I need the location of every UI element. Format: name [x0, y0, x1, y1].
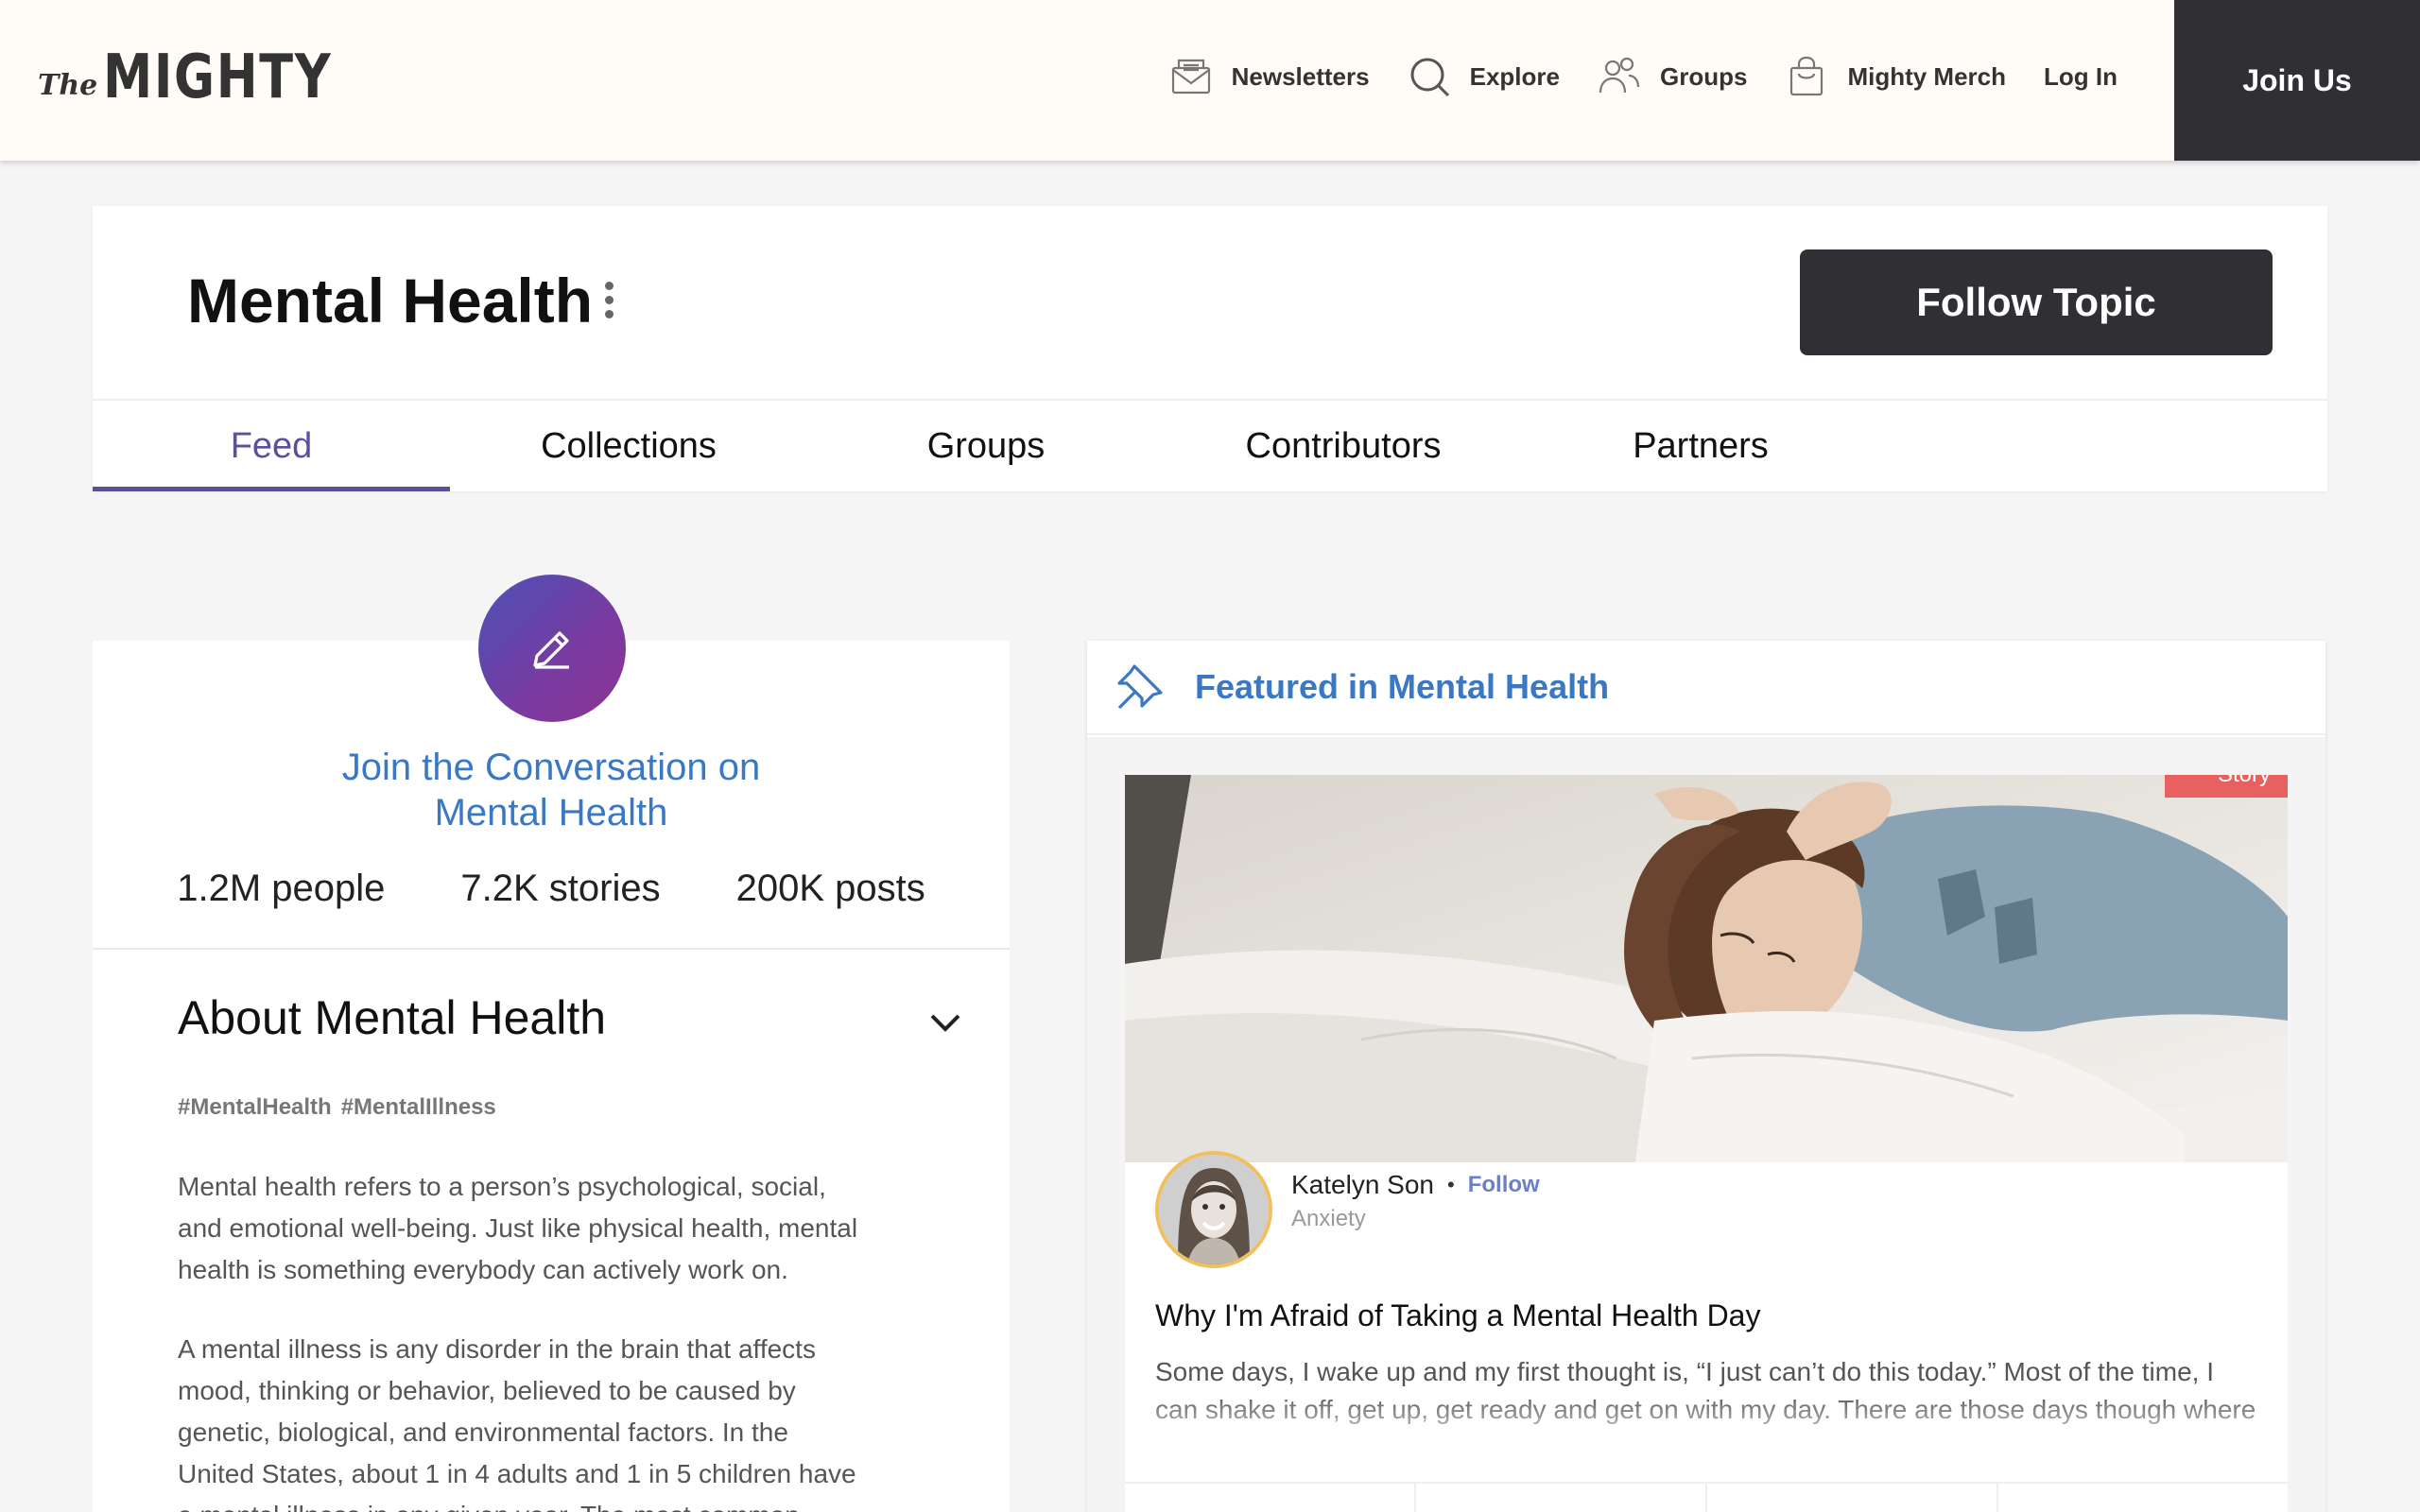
- tab-partners[interactable]: Partners: [1522, 401, 1879, 491]
- stat-stories: 7.2K stories: [460, 868, 661, 909]
- author-topic[interactable]: Anxiety: [1291, 1206, 1366, 1232]
- join-conversation-line2: Mental Health: [434, 792, 668, 833]
- story-action-2[interactable]: [1416, 1484, 1707, 1512]
- hashtag-list: #MentalHealth #MentalIllness: [178, 1094, 506, 1121]
- hashtag-mental-illness[interactable]: #MentalIllness: [341, 1094, 496, 1121]
- nav-mighty-merch-label: Mighty Merch: [1847, 61, 2007, 91]
- featured-body: Story Katelyn Son • Follow A: [1087, 737, 2325, 1512]
- story-image-illustration: [1125, 775, 2288, 1162]
- pencil-icon: [533, 631, 569, 669]
- nav-newsletters[interactable]: Newsletters: [1169, 55, 1370, 98]
- join-conversation-line1: Join the Conversation on: [341, 747, 761, 788]
- separator-dot: •: [1447, 1173, 1455, 1196]
- logo-the-text: The: [38, 69, 98, 102]
- about-paragraph-1: Mental health refers to a person’s psych…: [178, 1172, 858, 1284]
- site-header: The MIGHTY Newsletters Explore Groups Mi…: [0, 0, 2420, 161]
- author-line: Katelyn Son • Follow: [1291, 1170, 1540, 1200]
- logo-mighty-text: MIGHTY: [103, 43, 333, 112]
- topic-tabs: Feed Collections Groups Contributors Par…: [93, 399, 2327, 491]
- topic-header-card: Mental Health Follow Topic Feed Collecti…: [93, 206, 2327, 491]
- page-title: Mental Health: [187, 266, 594, 335]
- nav-groups[interactable]: Groups: [1598, 55, 1747, 98]
- featured-title: Featured in Mental Health: [1195, 667, 1610, 706]
- topic-info-card: Join the Conversation on Mental Health 1…: [93, 641, 1010, 1512]
- join-us-button[interactable]: Join Us: [2174, 0, 2420, 161]
- about-paragraph-2: A mental illness is any disorder in the …: [178, 1334, 856, 1512]
- nav-newsletters-label: Newsletters: [1231, 61, 1370, 91]
- nav-mighty-merch[interactable]: Mighty Merch: [1785, 55, 2006, 98]
- topic-stats: 1.2M people 7.2K stories 200K posts: [93, 868, 1010, 910]
- nav-explore[interactable]: Explore: [1408, 55, 1560, 98]
- story-excerpt: Some days, I wake up and my first though…: [1155, 1357, 2256, 1424]
- follow-author-link[interactable]: Follow: [1468, 1172, 1540, 1198]
- groups-icon: [1599, 57, 1640, 94]
- story-actions-bar: [1125, 1482, 2288, 1512]
- newsletter-icon: [1171, 59, 1210, 94]
- stat-people: 1.2M people: [177, 868, 386, 909]
- featured-header: Featured in Mental Health: [1087, 641, 2325, 735]
- nav-groups-label: Groups: [1659, 61, 1748, 91]
- author-name[interactable]: Katelyn Son: [1291, 1170, 1434, 1200]
- story-action-4[interactable]: [1998, 1484, 2288, 1512]
- author-avatar-image: [1159, 1155, 1269, 1264]
- tab-groups[interactable]: Groups: [807, 401, 1165, 491]
- tab-contributors[interactable]: Contributors: [1165, 401, 1522, 491]
- nav-log-in-label: Log In: [2044, 61, 2118, 91]
- join-conversation-link[interactable]: Join the Conversation on Mental Health: [93, 745, 1010, 835]
- about-heading: About Mental Health: [178, 991, 607, 1044]
- site-logo[interactable]: The MIGHTY: [38, 47, 383, 108]
- featured-card: Featured in Mental Health Katelyn Son • …: [1087, 641, 2325, 1512]
- follow-topic-button[interactable]: Follow Topic: [1800, 249, 2273, 355]
- hashtag-mental-health[interactable]: #MentalHealth: [178, 1094, 332, 1121]
- pin-icon: [1117, 664, 1163, 710]
- search-icon: [1410, 58, 1449, 97]
- shopping-bag-icon: [1790, 56, 1824, 96]
- write-post-button[interactable]: [478, 575, 626, 722]
- story-action-3[interactable]: [1707, 1484, 1998, 1512]
- author-avatar[interactable]: [1155, 1151, 1272, 1268]
- tab-feed[interactable]: Feed: [93, 401, 450, 491]
- stat-posts: 200K posts: [735, 868, 925, 909]
- story-image[interactable]: Story: [1125, 775, 2288, 1162]
- more-options-icon[interactable]: [601, 282, 616, 323]
- story-badge: Story: [2165, 775, 2288, 798]
- story-card[interactable]: Story Katelyn Son • Follow A: [1125, 775, 2288, 1512]
- tab-collections[interactable]: Collections: [450, 401, 807, 491]
- story-action-1[interactable]: [1125, 1484, 1416, 1512]
- chevron-down-icon[interactable]: [926, 1004, 964, 1041]
- main-nav: Newsletters Explore Groups Mighty Merch …: [1132, 55, 2118, 98]
- story-title[interactable]: Why I'm Afraid of Taking a Mental Health…: [1155, 1298, 1760, 1333]
- section-divider: [93, 948, 1010, 950]
- nav-log-in[interactable]: Log In: [2044, 62, 2118, 92]
- nav-explore-label: Explore: [1469, 61, 1560, 91]
